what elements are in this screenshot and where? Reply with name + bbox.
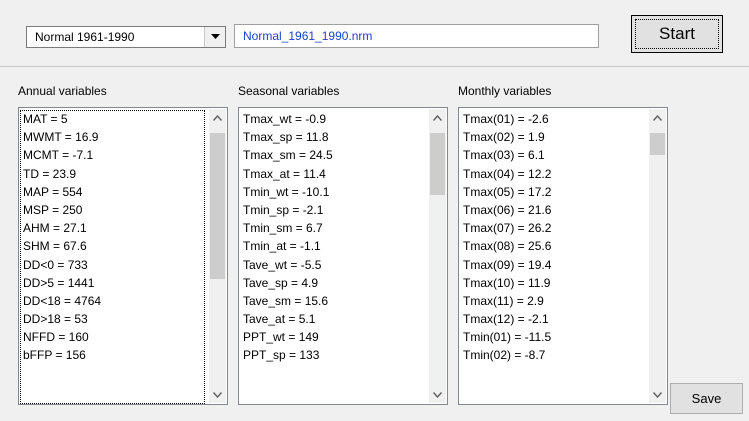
list-item[interactable]: SHM = 67.6: [21, 237, 206, 255]
list-item[interactable]: bFFP = 156: [21, 346, 206, 364]
list-item[interactable]: Tmax(02) = 1.9: [461, 128, 646, 146]
annual-variables-list[interactable]: MAT = 5 MWMT = 16.9 MCMT = -7.1 TD = 23.…: [18, 107, 228, 405]
list-item[interactable]: Tmax_sm = 24.5: [241, 146, 426, 164]
list-item[interactable]: DD>18 = 53: [21, 310, 206, 328]
monthly-variables-list[interactable]: Tmax(01) = -2.6 Tmax(02) = 1.9 Tmax(03) …: [458, 107, 668, 405]
list-item[interactable]: PPT_sp = 133: [241, 346, 426, 364]
seasonal-scrollbar[interactable]: [429, 109, 446, 403]
list-item[interactable]: Tmax(01) = -2.6: [461, 110, 646, 128]
normal-file-field[interactable]: Normal_1961_1990.nrm: [234, 24, 599, 48]
list-item[interactable]: Tmax(07) = 26.2: [461, 219, 646, 237]
normal-file-value: Normal_1961_1990.nrm: [243, 29, 373, 43]
list-item[interactable]: Tmax(06) = 21.6: [461, 201, 646, 219]
scroll-thumb[interactable]: [430, 133, 445, 195]
list-item[interactable]: DD>5 = 1441: [21, 274, 206, 292]
monthly-scrollbar[interactable]: [649, 109, 666, 403]
seasonal-variables-list[interactable]: Tmax_wt = -0.9 Tmax_sp = 11.8 Tmax_sm = …: [238, 107, 448, 405]
scroll-up-icon[interactable]: [429, 109, 446, 126]
monthly-items: Tmax(01) = -2.6 Tmax(02) = 1.9 Tmax(03) …: [461, 110, 646, 365]
scroll-thumb[interactable]: [650, 133, 665, 155]
list-item[interactable]: Tmax_wt = -0.9: [241, 110, 426, 128]
list-item[interactable]: Tmax(05) = 17.2: [461, 183, 646, 201]
scroll-up-icon[interactable]: [209, 109, 226, 126]
list-item[interactable]: Tave_at = 5.1: [241, 310, 426, 328]
list-item[interactable]: MAP = 554: [21, 183, 206, 201]
list-item[interactable]: Tmax(08) = 25.6: [461, 237, 646, 255]
period-select-value: Normal 1961-1990: [35, 30, 135, 44]
list-item[interactable]: Tave_wt = -5.5: [241, 256, 426, 274]
save-button[interactable]: Save: [670, 383, 743, 414]
list-item[interactable]: Tmax(03) = 6.1: [461, 146, 646, 164]
list-item[interactable]: Tmax(11) = 2.9: [461, 292, 646, 310]
annual-variables-label: Annual variables: [18, 84, 107, 98]
list-item[interactable]: DD<0 = 733: [21, 256, 206, 274]
list-item[interactable]: NFFD = 160: [21, 328, 206, 346]
list-item[interactable]: Tmax_at = 11.4: [241, 165, 426, 183]
list-item[interactable]: Tave_sm = 15.6: [241, 292, 426, 310]
scroll-up-icon[interactable]: [649, 109, 666, 126]
list-item[interactable]: Tmin_at = -1.1: [241, 237, 426, 255]
list-item[interactable]: Tmax(09) = 19.4: [461, 256, 646, 274]
list-item[interactable]: DD<18 = 4764: [21, 292, 206, 310]
period-select[interactable]: Normal 1961-1990: [26, 26, 226, 48]
list-item[interactable]: AHM = 27.1: [21, 219, 206, 237]
chevron-down-icon[interactable]: [204, 27, 225, 47]
list-item[interactable]: Tmax(04) = 12.2: [461, 165, 646, 183]
list-item[interactable]: Tmin(02) = -8.7: [461, 346, 646, 364]
scroll-thumb[interactable]: [210, 133, 225, 279]
top-toolbar: Normal 1961-1990 Normal_1961_1990.nrm St…: [0, 0, 749, 67]
list-item[interactable]: MCMT = -7.1: [21, 146, 206, 164]
list-item[interactable]: Tmin_sp = -2.1: [241, 201, 426, 219]
seasonal-variables-label: Seasonal variables: [238, 84, 340, 98]
list-item[interactable]: MAT = 5: [21, 110, 206, 128]
start-button[interactable]: Start: [631, 15, 723, 53]
annual-scrollbar[interactable]: [209, 109, 226, 403]
list-item[interactable]: Tmin_wt = -10.1: [241, 183, 426, 201]
list-item[interactable]: Tmin(01) = -11.5: [461, 328, 646, 346]
scroll-down-icon[interactable]: [209, 386, 226, 403]
list-item[interactable]: MSP = 250: [21, 201, 206, 219]
list-item[interactable]: Tmin_sm = 6.7: [241, 219, 426, 237]
list-item[interactable]: MWMT = 16.9: [21, 128, 206, 146]
scroll-down-icon[interactable]: [429, 386, 446, 403]
list-item[interactable]: TD = 23.9: [21, 165, 206, 183]
seasonal-items: Tmax_wt = -0.9 Tmax_sp = 11.8 Tmax_sm = …: [241, 110, 426, 365]
monthly-variables-label: Monthly variables: [458, 84, 552, 98]
list-item[interactable]: Tmax_sp = 11.8: [241, 128, 426, 146]
annual-items: MAT = 5 MWMT = 16.9 MCMT = -7.1 TD = 23.…: [21, 110, 206, 365]
list-item[interactable]: Tmax(12) = -2.1: [461, 310, 646, 328]
scroll-down-icon[interactable]: [649, 386, 666, 403]
list-item[interactable]: Tmax(10) = 11.9: [461, 274, 646, 292]
list-item[interactable]: PPT_wt = 149: [241, 328, 426, 346]
list-item[interactable]: Tave_sp = 4.9: [241, 274, 426, 292]
